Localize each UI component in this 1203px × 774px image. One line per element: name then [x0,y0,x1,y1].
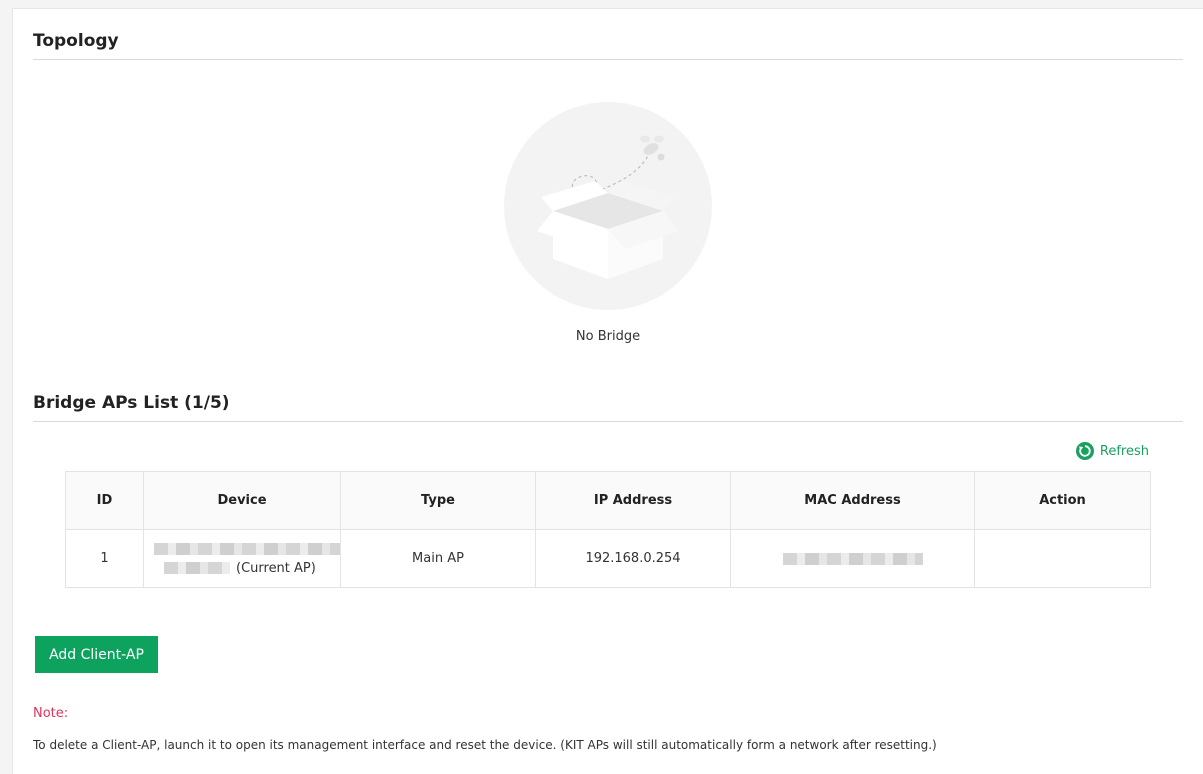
no-bridge-text: No Bridge [575,329,641,344]
note-label: Note: [33,706,69,721]
device-name-line2: (Current AP) [144,561,340,576]
current-ap-label: (Current AP) [236,560,316,576]
cell-action [974,529,1151,588]
bridge-list-divider [33,421,1183,422]
bridge-aps-table: ID Device Type IP Address MAC Address Ac… [65,471,1151,588]
cell-device: (Current AP) [143,529,341,588]
note-text: To delete a Client-AP, launch it to open… [33,738,937,752]
cell-mac-address [730,529,975,588]
bridge-list-title: Bridge APs List (1/5) [33,393,230,413]
redacted-text [154,543,340,555]
cell-id: 1 [65,529,144,588]
column-header-type: Type [340,471,536,530]
table-row: 1 (Current AP) Main AP 192.168.0.254 [65,529,1151,588]
empty-box-icon [504,102,712,310]
refresh-label: Refresh [1099,443,1149,459]
redacted-text [164,562,230,574]
column-header-device: Device [143,471,341,530]
redacted-mac [782,552,923,565]
column-header-ip-address: IP Address [535,471,731,530]
topology-title: Topology [33,31,119,51]
column-header-id: ID [65,471,144,530]
topology-divider [33,59,1183,60]
add-client-ap-button[interactable]: Add Client-AP [35,636,158,673]
refresh-icon [1075,442,1094,460]
column-header-mac-address: MAC Address [730,471,975,530]
content-panel: Topology No Bridge Bridge APs List (1/5)… [12,8,1203,774]
table-header-row: ID Device Type IP Address MAC Address Ac… [65,471,1151,530]
refresh-button[interactable]: Refresh [1075,442,1149,460]
device-name-redacted [144,542,340,557]
cell-ip-address: 192.168.0.254 [535,529,731,588]
cell-type: Main AP [340,529,536,588]
column-header-action: Action [974,471,1151,530]
